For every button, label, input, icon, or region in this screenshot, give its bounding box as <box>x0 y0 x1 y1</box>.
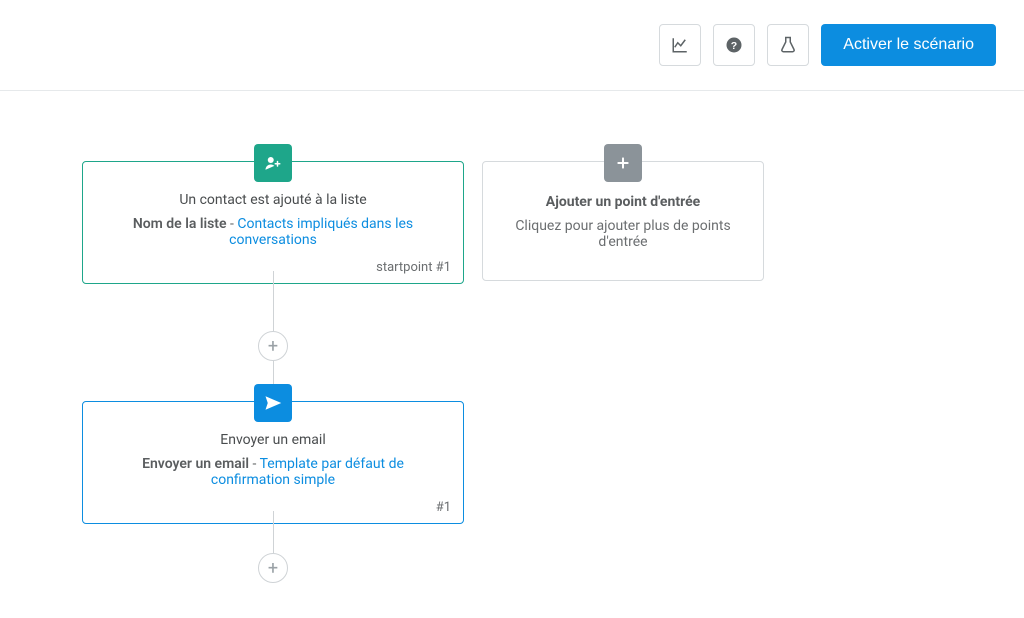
email-step-card[interactable]: Envoyer un email Envoyer un email - Temp… <box>82 401 464 524</box>
email-step-label: Envoyer un email <box>142 456 249 472</box>
plus-icon: + <box>268 336 278 357</box>
plus-icon: + <box>268 558 278 579</box>
user-plus-icon <box>264 154 282 172</box>
email-step-config: Envoyer un email - Template par défaut d… <box>83 454 463 500</box>
connector-line <box>273 511 274 553</box>
plus-icon <box>615 155 631 171</box>
svg-text:?: ? <box>731 40 737 52</box>
help-button[interactable]: ? <box>713 24 755 66</box>
startpoint-config: Nom de la liste - Contacts impliqués dan… <box>83 214 463 260</box>
add-entry-desc: Cliquez pour ajouter plus de points d'en… <box>483 214 763 280</box>
startpoint-badge <box>254 144 292 182</box>
email-step-badge <box>254 384 292 422</box>
question-circle-icon: ? <box>725 36 743 54</box>
paper-plane-icon <box>264 394 282 412</box>
startpoint-card[interactable]: Un contact est ajouté à la liste Nom de … <box>82 161 464 284</box>
activate-button[interactable]: Activer le scénario <box>821 24 996 66</box>
workflow-canvas[interactable]: Un contact est ajouté à la liste Nom de … <box>0 91 1024 601</box>
startpoint-label: Nom de la liste <box>133 216 227 232</box>
test-button[interactable] <box>767 24 809 66</box>
add-entry-card[interactable]: Ajouter un point d'entrée Cliquez pour a… <box>482 161 764 281</box>
add-step-button[interactable]: + <box>258 553 288 583</box>
add-step-button[interactable]: + <box>258 331 288 361</box>
startpoint-link[interactable]: Contacts impliqués dans les conversation… <box>229 216 413 248</box>
connector-line <box>273 271 274 331</box>
chart-icon <box>671 36 689 54</box>
flask-icon <box>779 36 797 54</box>
toolbar: ? Activer le scénario <box>0 0 1024 91</box>
add-entry-badge <box>604 144 642 182</box>
analytics-button[interactable] <box>659 24 701 66</box>
